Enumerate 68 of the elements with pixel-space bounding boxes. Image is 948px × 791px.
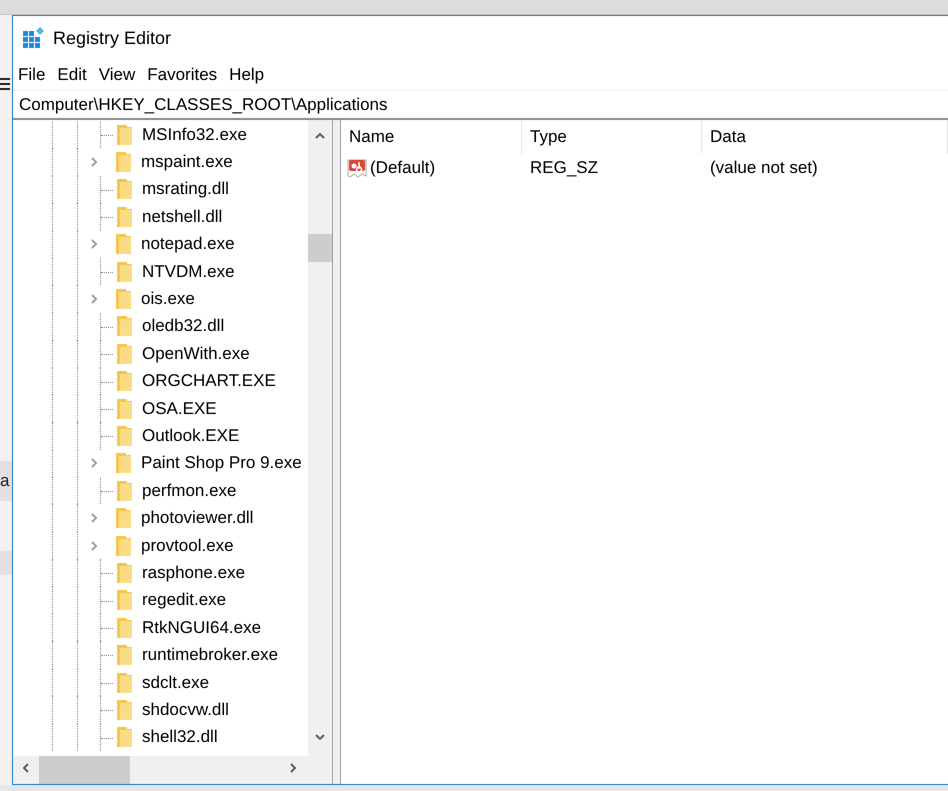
folder-icon <box>117 589 132 612</box>
menu-item[interactable]: Help <box>229 65 270 85</box>
folder-icon <box>117 124 132 146</box>
horizontal-scrollbar[interactable] <box>13 756 308 784</box>
menu-item[interactable]: View <box>98 65 142 85</box>
scroll-thumb[interactable] <box>39 756 130 784</box>
tree-item[interactable]: ORGCHART.EXE <box>13 368 308 395</box>
menu-item[interactable]: Edit <box>57 65 93 85</box>
tree-item[interactable]: shdocvw.dll <box>13 696 308 724</box>
tree-item[interactable]: sdclt.exe <box>13 668 308 696</box>
address-bar[interactable]: Computer\HKEY_CLASSES_ROOT\Applications <box>13 90 948 120</box>
tree-item[interactable]: mspaint.exe <box>13 148 308 176</box>
folder-icon <box>116 507 131 530</box>
pane-splitter[interactable] <box>333 120 341 784</box>
menu-item[interactable]: Favorites <box>147 65 224 85</box>
tree-item[interactable]: ois.exe <box>13 285 308 313</box>
tree-item[interactable]: photoviewer.dll <box>13 504 308 532</box>
tree-item[interactable]: runtimebroker.exe <box>13 641 308 669</box>
tree-item[interactable]: shell32.dll <box>13 724 308 751</box>
tree-item[interactable]: Paint Shop Pro 9.exe <box>13 450 308 478</box>
tree-item[interactable]: rasphone.exe <box>13 559 308 587</box>
folder-icon <box>117 398 132 420</box>
background-window-text: a <box>0 471 10 491</box>
folder-icon <box>117 370 132 392</box>
folder-icon <box>117 726 132 748</box>
tree-item[interactable]: provtool.exe <box>13 532 308 560</box>
folder-icon <box>117 206 132 228</box>
tree-item[interactable]: oledb32.dll <box>13 312 308 340</box>
tree-item[interactable]: Outlook.EXE <box>13 422 308 450</box>
tree-item[interactable]: RtkNGUI64.exe <box>13 614 308 642</box>
column-header[interactable]: Name <box>341 120 522 154</box>
registry-icon <box>22 27 44 49</box>
folder-icon <box>117 672 132 694</box>
tree-item[interactable]: MSInfo32.exe <box>13 121 308 148</box>
folder-icon <box>117 260 132 283</box>
folder-icon <box>116 534 131 557</box>
string-value-icon <box>346 157 368 179</box>
menu-icon <box>0 77 10 91</box>
tree-item[interactable]: OpenWith.exe <box>13 340 308 368</box>
tree-item[interactable]: notepad.exe <box>13 230 308 258</box>
tree-item[interactable]: regedit.exe <box>13 586 308 614</box>
column-header[interactable]: Type <box>522 120 702 154</box>
folder-icon <box>117 342 132 365</box>
folder-icon <box>117 315 132 338</box>
folder-icon <box>117 644 132 666</box>
window-title: Registry Editor <box>53 28 172 48</box>
tree-item[interactable]: netshell.dll <box>13 203 308 231</box>
scroll-thumb[interactable] <box>308 234 332 262</box>
folder-icon <box>116 151 131 174</box>
folder-icon <box>116 452 131 474</box>
folder-icon <box>116 233 131 256</box>
folder-icon <box>117 480 132 502</box>
value-type: REG_SZ <box>529 158 600 178</box>
folder-icon <box>117 562 132 584</box>
folder-icon <box>117 424 132 447</box>
vertical-scrollbar[interactable] <box>308 120 332 756</box>
tree-item[interactable]: msrating.dll <box>13 176 308 204</box>
folder-icon <box>117 698 132 721</box>
value-data: (value not set) <box>709 158 819 178</box>
tree-item[interactable]: NTVDM.exe <box>13 258 308 286</box>
folder-icon <box>117 178 132 200</box>
tree-item[interactable]: perfmon.exe <box>13 477 308 504</box>
column-header[interactable]: Data <box>702 120 948 154</box>
folder-icon <box>116 288 131 310</box>
tree-item[interactable]: OSA.EXE <box>13 394 308 422</box>
value-name: (Default) <box>370 158 436 178</box>
menu-item[interactable]: File <box>18 65 52 85</box>
folder-icon <box>117 616 132 639</box>
